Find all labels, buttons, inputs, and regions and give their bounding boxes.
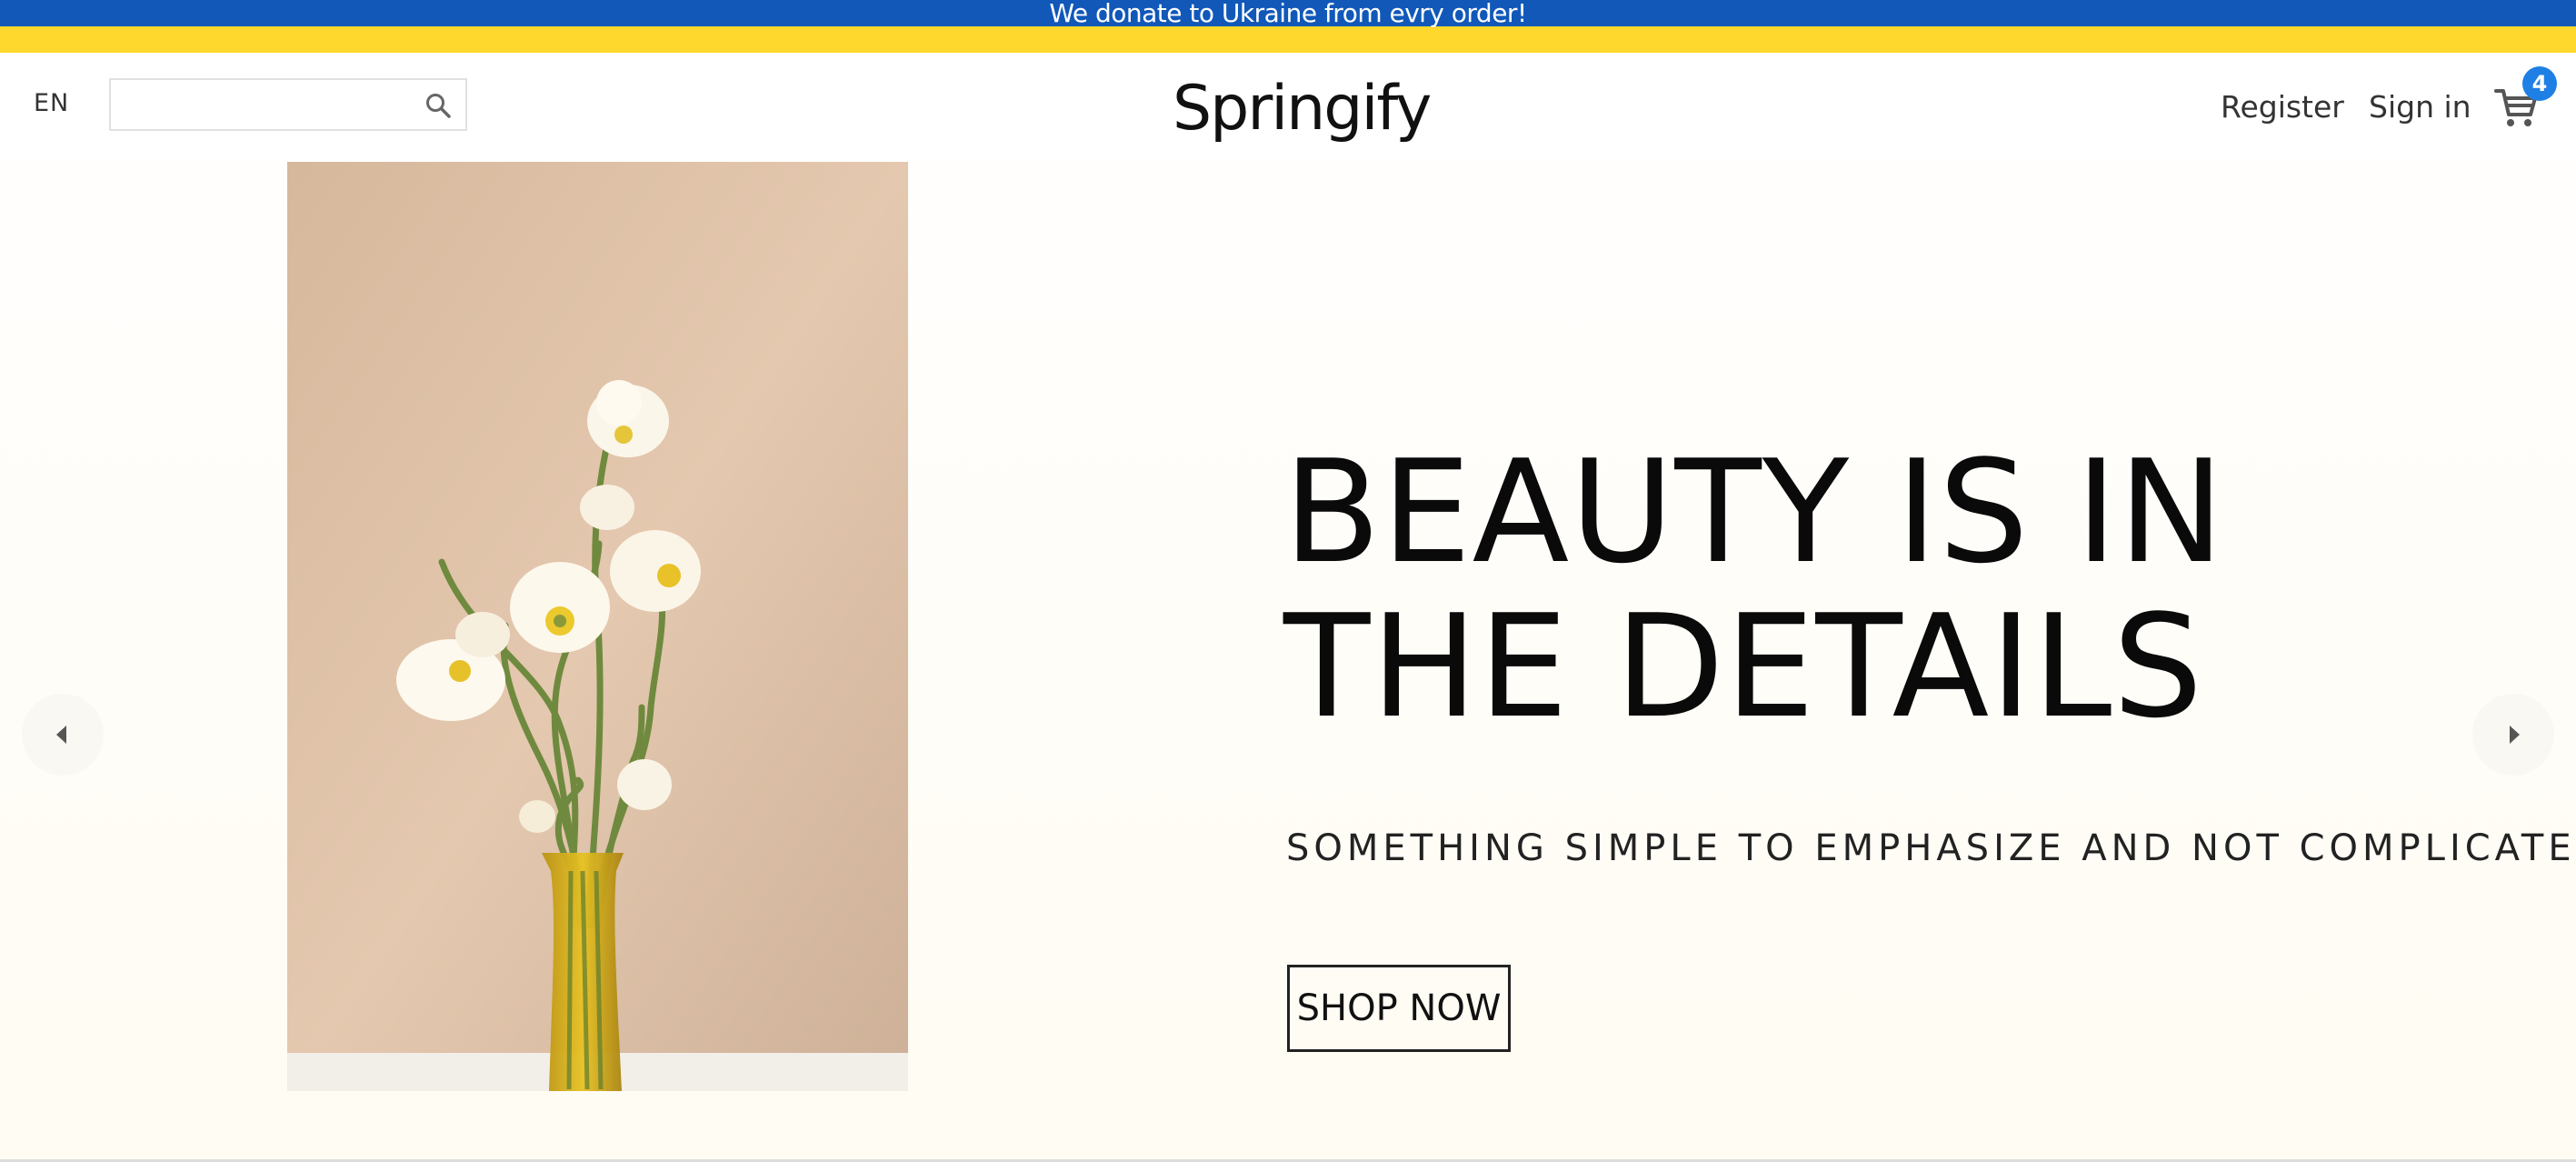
register-link[interactable]: Register <box>2221 89 2344 125</box>
hero-headline: BEAUTY IS IN THE DETAILS <box>1283 429 2225 749</box>
search-icon[interactable] <box>424 91 453 120</box>
banner-yellow-stripe <box>0 26 2576 53</box>
shop-now-button[interactable]: SHOP NOW <box>1287 965 1511 1052</box>
search-box[interactable] <box>109 78 467 131</box>
language-selector[interactable]: EN <box>34 89 69 117</box>
site-logo[interactable]: Springify <box>1173 73 1432 145</box>
hero-slider: BEAUTY IS IN THE DETAILS SOMETHING SIMPL… <box>0 162 2576 1159</box>
hero-image <box>287 162 908 1091</box>
caret-left-icon <box>56 726 66 744</box>
cart-count-badge: 4 <box>2522 66 2557 101</box>
caret-right-icon <box>2510 726 2520 744</box>
slider-next-button[interactable] <box>2472 694 2554 776</box>
slider-prev-button[interactable] <box>22 694 104 776</box>
banner-text: We donate to Ukraine from evry order! <box>1049 0 1527 28</box>
search-input[interactable] <box>122 87 407 124</box>
sign-in-link[interactable]: Sign in <box>2369 89 2471 125</box>
hero-subheadline: SOMETHING SIMPLE TO EMPHASIZE AND NOT CO… <box>1286 827 2576 869</box>
ukraine-banner: We donate to Ukraine from evry order! <box>0 0 2576 53</box>
site-header: EN Springify Register Sign in 4 <box>0 53 2576 162</box>
